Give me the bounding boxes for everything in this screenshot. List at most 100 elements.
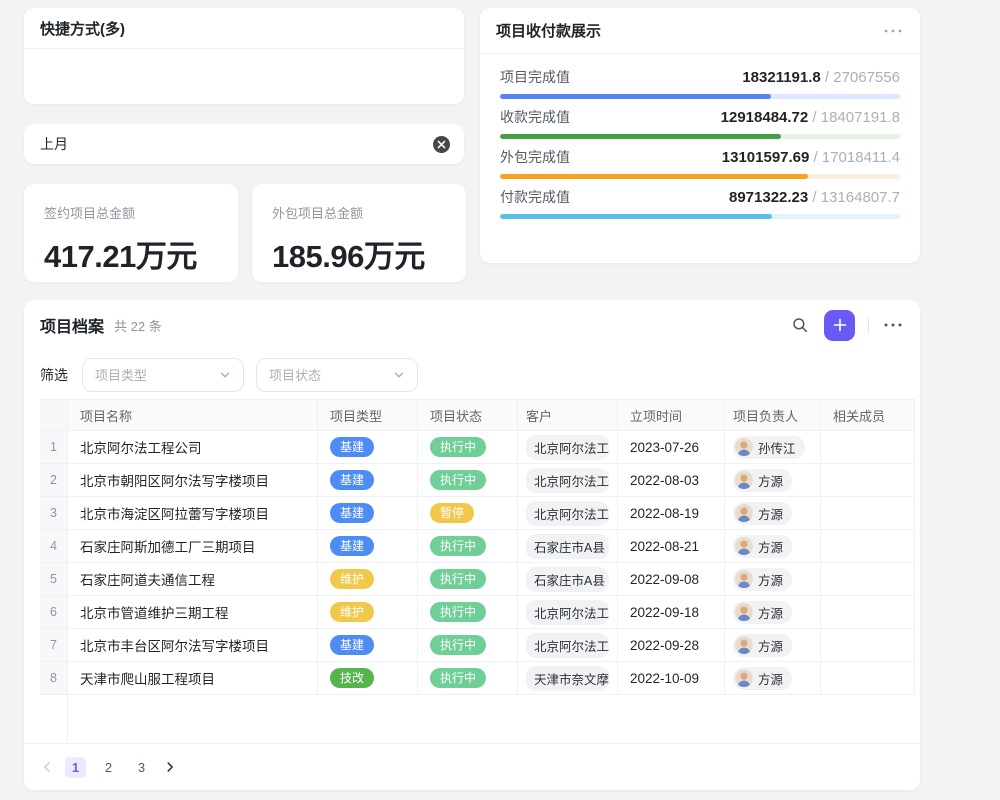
owner-tag: 方源 <box>733 601 792 624</box>
owner-tag: 方源 <box>733 469 792 492</box>
table-row[interactable]: 8天津市爬山服工程项目技改执行中天津市奈文摩2022-10-09方源 <box>40 662 915 695</box>
cell-project-name: 石家庄阿道夫通信工程 <box>68 563 318 595</box>
search-icon <box>791 316 809 334</box>
cell-members <box>821 629 915 661</box>
project-type-badge: 维护 <box>330 602 374 622</box>
prev-page-button[interactable] <box>38 758 56 776</box>
header-index <box>40 400 68 430</box>
cell-project-name: 北京市海淀区阿拉蕾写字楼项目 <box>68 497 318 529</box>
project-type-badge: 基建 <box>330 635 374 655</box>
payment-card-header: 项目收付款展示 <box>480 8 920 54</box>
stat-value: 417.21万元 <box>44 231 218 276</box>
cell-start-date: 2022-08-03 <box>618 464 725 496</box>
table-row[interactable]: 1北京阿尔法工程公司基建执行中 北京阿尔法工程 2023-07-26 孙传江 <box>40 431 915 464</box>
avatar <box>735 438 753 456</box>
cell-members <box>821 464 915 496</box>
row-index: 6 <box>40 596 68 628</box>
metric-value: 8971322.23 <box>729 189 808 206</box>
project-status-badge: 执行中 <box>430 437 486 457</box>
column-header: 项目状态 <box>418 400 518 430</box>
row-index: 5 <box>40 563 68 595</box>
page-button-2[interactable]: 2 <box>98 757 119 778</box>
progress-bar <box>500 134 900 139</box>
cell-members <box>821 662 915 694</box>
project-status-badge: 执行中 <box>430 536 486 556</box>
cell-project-status: 执行中 <box>418 596 518 628</box>
filter-select-project-type[interactable]: 项目类型 <box>82 358 244 392</box>
metric-total: / 13164807.7 <box>808 189 900 206</box>
project-type-badge: 维护 <box>330 569 374 589</box>
customer-tag: 北京阿尔法工程 <box>526 501 609 526</box>
avatar <box>735 570 753 588</box>
customer-tag: 北京阿尔法工程 <box>526 435 609 460</box>
cell-project-name: 北京市管道维护三期工程 <box>68 596 318 628</box>
project-type-badge: 基建 <box>330 470 374 490</box>
row-index: 4 <box>40 530 68 562</box>
avatar <box>735 603 753 621</box>
metric-value: 18321191.8 <box>742 69 820 86</box>
cell-owner: 方源 <box>725 629 821 661</box>
cell-customer: 北京阿尔法工程 <box>518 596 618 628</box>
page-button-3[interactable]: 3 <box>131 757 152 778</box>
column-header: 相关成员 <box>821 400 915 430</box>
add-record-button[interactable] <box>824 310 855 341</box>
project-status-badge: 执行中 <box>430 569 486 589</box>
progress-bar-fill <box>500 214 772 219</box>
chevron-right-icon <box>163 760 177 774</box>
metric: 付款完成值8971322.23 / 13164807.7 <box>500 187 900 219</box>
table-row[interactable]: 2北京市朝阳区阿尔法写字楼项目基建执行中北京阿尔法工程2022-08-03方源 <box>40 464 915 497</box>
pagination: 123 <box>24 743 920 790</box>
search-button[interactable] <box>789 314 811 336</box>
more-icon <box>884 323 902 327</box>
record-count: 共 22 条 <box>114 316 162 335</box>
row-index: 2 <box>40 464 68 496</box>
project-status-badge: 执行中 <box>430 470 486 490</box>
table-row[interactable]: 7北京市丰台区阿尔法写字楼项目基建执行中北京阿尔法工程2022-09-28方源 <box>40 629 915 662</box>
table-row[interactable]: 3北京市海淀区阿拉蕾写字楼项目基建暂停北京阿尔法工程2022-08-19方源 <box>40 497 915 530</box>
chevron-down-icon <box>393 369 405 381</box>
table-more-button[interactable] <box>882 321 904 329</box>
table-row[interactable]: 6北京市管道维护三期工程维护执行中北京阿尔法工程2022-09-18方源 <box>40 596 915 629</box>
clear-filter-button[interactable] <box>433 136 450 153</box>
payment-card-more-button[interactable] <box>882 27 904 35</box>
column-header: 项目名称 <box>68 400 318 430</box>
shortcut-card-title: 快捷方式(多) <box>40 18 125 39</box>
cell-members <box>821 431 915 463</box>
project-type-badge: 技改 <box>330 668 374 688</box>
date-filter-field[interactable]: 上月 <box>24 124 464 164</box>
cell-owner: 方源 <box>725 596 821 628</box>
cell-start-date: 2022-09-08 <box>618 563 725 595</box>
cell-owner: 方源 <box>725 530 821 562</box>
customer-tag: 天津市奈文摩 <box>526 666 609 691</box>
cell-customer: 北京阿尔法工程 <box>518 431 618 463</box>
avatar <box>735 669 753 687</box>
table-row[interactable]: 5石家庄阿道夫通信工程维护 执行中 石家庄市A县2022-09-08方源 <box>40 563 915 596</box>
metric-value: 13101597.69 <box>722 149 810 166</box>
cell-project-name: 北京阿尔法工程公司 <box>68 431 318 463</box>
table-row[interactable]: 4石家庄阿斯加德工厂三期项目基建执行中石家庄市A县2022-08-21方源 <box>40 530 915 563</box>
project-status-badge: 执行中 <box>430 602 486 622</box>
close-icon <box>437 140 446 149</box>
row-index: 1 <box>40 431 68 463</box>
filter-select-project-status[interactable]: 项目状态 <box>256 358 418 392</box>
cell-project-type: 基建 <box>318 431 418 463</box>
column-header: 立项时间 <box>618 400 725 430</box>
table-empty-area <box>40 695 915 743</box>
cell-start-date: 2023-07-26 <box>618 431 725 463</box>
filter-row: 筛选 项目类型项目状态 <box>24 350 920 399</box>
cell-owner: 方源 <box>725 497 821 529</box>
page-button-1[interactable]: 1 <box>65 757 86 778</box>
cell-project-status: 执行中 <box>418 629 518 661</box>
owner-tag: 孙传江 <box>733 436 805 459</box>
select-placeholder: 项目状态 <box>269 365 321 384</box>
cell-owner: 方源 <box>725 563 821 595</box>
customer-tag: 北京阿尔法工程 <box>526 600 609 625</box>
cell-members <box>821 497 915 529</box>
row-index: 7 <box>40 629 68 661</box>
chevron-down-icon <box>219 369 231 381</box>
cell-customer: 石家庄市A县 <box>518 530 618 562</box>
cell-customer: 石家庄市A县 <box>518 563 618 595</box>
shortcut-card-header: 快捷方式(多) <box>24 8 464 49</box>
next-page-button[interactable] <box>161 758 179 776</box>
actions-divider <box>868 317 869 333</box>
